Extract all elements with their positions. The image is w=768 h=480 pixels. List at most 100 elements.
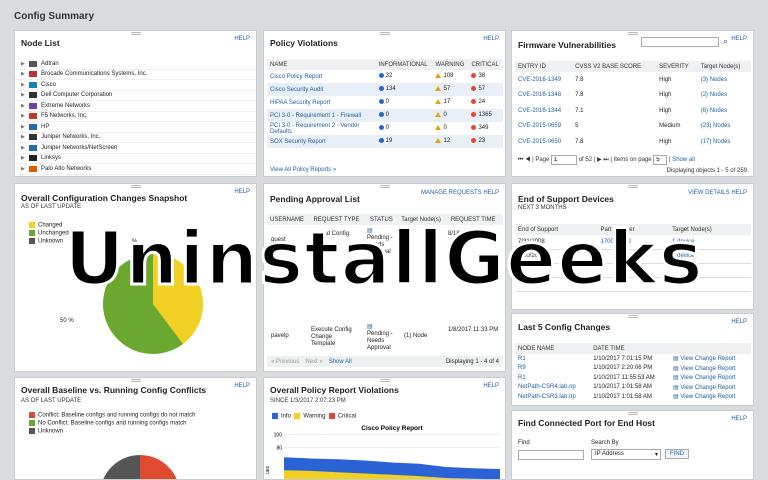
target-nodes-link[interactable]: (23) Nodes [698, 119, 751, 135]
drag-grip[interactable] [379, 379, 390, 382]
node-list-item[interactable]: ▶ Palo Alto Networks [15, 164, 256, 175]
node-list-item[interactable]: ▶ HP [15, 122, 256, 133]
previous-button[interactable]: « Previous [271, 359, 299, 365]
node-name-link[interactable]: NetPath-CSR4.lab.np [515, 383, 590, 393]
node-name-link[interactable]: R1 [515, 354, 590, 364]
node-list-item[interactable]: ▶ Dell Computer Corporation [15, 91, 256, 101]
items-per-page-input[interactable] [653, 155, 668, 165]
cve-link[interactable]: CVE-2016-1348 [515, 88, 572, 104]
policy-report-link[interactable]: Cisco Policy Report [267, 70, 376, 83]
last-page-icon[interactable]: ⏭ [603, 157, 608, 163]
firmware-search-input[interactable] [641, 37, 719, 47]
find-port-widget: Find Connected Port for End Host HELP Fi… [511, 410, 754, 480]
node-list-item[interactable]: ▶ Juniper Networks/NetScreen [15, 143, 256, 154]
drag-grip[interactable] [627, 32, 638, 35]
node-list-item[interactable]: ▶ F5 Networks, Inc. [15, 112, 256, 122]
drag-grip[interactable] [130, 32, 141, 35]
node-name-link[interactable]: NetPath-CSR3.lab.np [515, 392, 590, 402]
cve-link[interactable]: CVE-2016-1349 [515, 72, 572, 88]
chevron-right-icon[interactable]: ▶ [21, 124, 29, 130]
node-vendor-label: Palo Alto Networks [41, 165, 92, 172]
drag-grip[interactable] [627, 412, 638, 415]
find-button[interactable]: FIND [665, 449, 689, 459]
search-by-value: IP Address [595, 451, 624, 457]
drag-grip[interactable] [379, 185, 390, 188]
search-by-select[interactable]: IP Address ▾ [591, 449, 661, 460]
cve-link[interactable]: CVE-2015-0659 [515, 119, 572, 135]
view-change-report-label: View Change Report [680, 356, 736, 363]
help-link[interactable]: HELP [234, 189, 250, 195]
chevron-right-icon[interactable]: ▶ [21, 103, 29, 109]
node-list-item[interactable]: ▶ Brocade Communications Systems, Inc. [15, 70, 256, 80]
first-page-icon[interactable]: ⏮ [518, 157, 523, 163]
view-change-report-link[interactable]: ▤ View Change Report [670, 354, 751, 364]
show-all-link[interactable]: Show all [672, 157, 695, 163]
drag-grip[interactable] [379, 32, 390, 35]
drag-grip[interactable] [627, 185, 638, 188]
chevron-right-icon[interactable]: ▶ [21, 113, 29, 119]
drag-grip[interactable] [130, 185, 141, 188]
target-nodes-link[interactable]: (6) Nodes [698, 103, 751, 119]
page-number-input[interactable] [551, 155, 578, 165]
find-input[interactable] [518, 450, 584, 460]
target-nodes-link[interactable]: (17) Nodes [698, 134, 751, 150]
chevron-right-icon[interactable]: ▶ [21, 134, 29, 140]
help-link[interactable]: HELP [731, 416, 747, 422]
show-all-link[interactable]: Show All [329, 359, 352, 365]
policy-report-link[interactable]: SOX Security Report [267, 135, 376, 148]
chevron-right-icon[interactable]: ▶ [21, 71, 29, 77]
help-link[interactable]: HELP [483, 36, 499, 42]
node-list-item[interactable]: ▶ Cisco [15, 80, 256, 91]
policy-report-link[interactable]: PCI 3-0 - Requirement 1 - Firewall [267, 109, 376, 122]
help-link[interactable]: HELP [234, 36, 250, 42]
chevron-right-icon[interactable]: ▶ [21, 166, 29, 172]
view-change-report-link[interactable]: ▤ View Change Report [670, 392, 751, 402]
info-value: 19 [385, 138, 393, 145]
view-details-link[interactable]: VIEW DETAILS [688, 190, 730, 196]
cve-link[interactable]: CVE-2015-0650 [515, 134, 572, 150]
chevron-right-icon[interactable]: ▶ [21, 82, 29, 88]
help-link[interactable]: HELP [234, 383, 250, 389]
warn-count: 108 [432, 70, 468, 83]
chevron-right-icon[interactable]: ▶ [21, 61, 29, 67]
table-row: PCI 3-0 - Requirement 1 - Firewall 0 0 1… [267, 109, 503, 122]
view-all-policy-reports-link[interactable]: View All Policy Reports » [270, 167, 336, 173]
drag-grip[interactable] [130, 379, 141, 382]
help-link[interactable]: HELP [483, 190, 499, 196]
info-value: 0 [385, 99, 390, 106]
critical-icon [471, 112, 477, 118]
view-change-report-link[interactable]: ▤ View Change Report [670, 373, 751, 383]
node-list-item[interactable]: ▶ Adtran [15, 59, 256, 70]
view-change-report-link[interactable]: ▤ View Change Report [670, 364, 751, 374]
target-nodes-link[interactable]: (3) Nodes [698, 72, 751, 88]
view-change-report-link[interactable]: ▤ View Change Report [670, 383, 751, 393]
help-link[interactable]: HELP [731, 190, 747, 196]
prev-page-icon[interactable]: ◀ [525, 157, 530, 163]
document-icon[interactable]: ▤ [367, 323, 373, 330]
target-nodes-link[interactable]: (2) Nodes [698, 88, 751, 104]
conflict-swatch [29, 412, 35, 418]
chevron-right-icon[interactable]: ▶ [21, 155, 29, 161]
node-list-item[interactable]: ▶ Extreme Networks [15, 101, 256, 112]
policy-report-link[interactable]: Cisco Security Audit [267, 83, 376, 96]
manage-requests-link[interactable]: MANAGE REQUESTS [421, 190, 482, 196]
policy-report-link[interactable]: PCI 3-0 - Requirement 2 - Vendor Default… [267, 122, 376, 135]
help-link[interactable]: HELP [483, 383, 499, 389]
chevron-right-icon[interactable]: ▶ [21, 145, 29, 151]
view-change-report-label: View Change Report [680, 375, 736, 382]
search-icon[interactable]: ⌕ [723, 36, 728, 47]
help-link[interactable]: HELP [731, 36, 747, 42]
policy-report-link[interactable]: HIPAA Security Report [267, 96, 376, 109]
node-name-link[interactable]: R1 [515, 373, 590, 383]
warning-icon [435, 86, 442, 92]
chevron-right-icon[interactable]: ▶ [21, 92, 29, 98]
node-list-item[interactable]: ▶ Linksys [15, 154, 256, 164]
next-button[interactable]: Next » [305, 359, 322, 365]
help-link[interactable]: HELP [731, 319, 747, 325]
info-swatch [272, 413, 278, 419]
node-list-item[interactable]: ▶ Juniper Networks, Inc. [15, 133, 256, 143]
next-page-icon[interactable]: ▶ [597, 157, 602, 163]
node-name-link[interactable]: R9 [515, 364, 590, 374]
drag-grip[interactable] [627, 315, 638, 318]
cve-link[interactable]: CVE-2016-1344 [515, 103, 572, 119]
